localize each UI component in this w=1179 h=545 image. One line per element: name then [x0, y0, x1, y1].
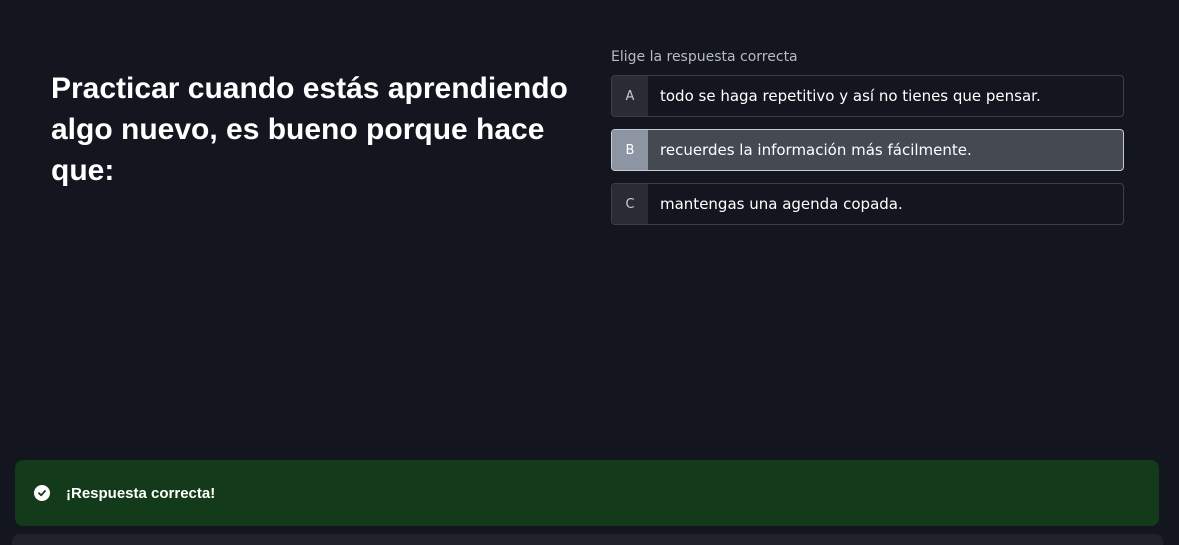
option-text: todo se haga repetitivo y así no tienes … — [660, 87, 1041, 105]
bottom-panel — [12, 534, 1163, 545]
check-circle-icon — [34, 485, 50, 501]
answer-option-b[interactable]: B recuerdes la información más fácilment… — [611, 129, 1124, 171]
question-text: Practicar cuando estás aprendiendo algo … — [51, 72, 568, 187]
answer-option-c[interactable]: C mantengas una agenda copada. — [611, 183, 1124, 225]
answer-option-a[interactable]: A todo se haga repetitivo y así no tiene… — [611, 75, 1124, 117]
option-letter: C — [612, 184, 648, 224]
instruction-label: Elige la respuesta correcta — [611, 49, 798, 65]
option-text: recuerdes la información más fácilmente. — [660, 141, 972, 159]
option-letter: B — [612, 130, 648, 170]
option-letter: A — [612, 76, 648, 116]
feedback-message: ¡Respuesta correcta! — [66, 484, 216, 502]
feedback-banner: ¡Respuesta correcta! — [15, 460, 1159, 526]
option-text: mantengas una agenda copada. — [660, 195, 903, 213]
answer-options: A todo se haga repetitivo y así no tiene… — [611, 75, 1124, 237]
quiz-page: Practicar cuando estás aprendiendo algo … — [0, 0, 1179, 545]
